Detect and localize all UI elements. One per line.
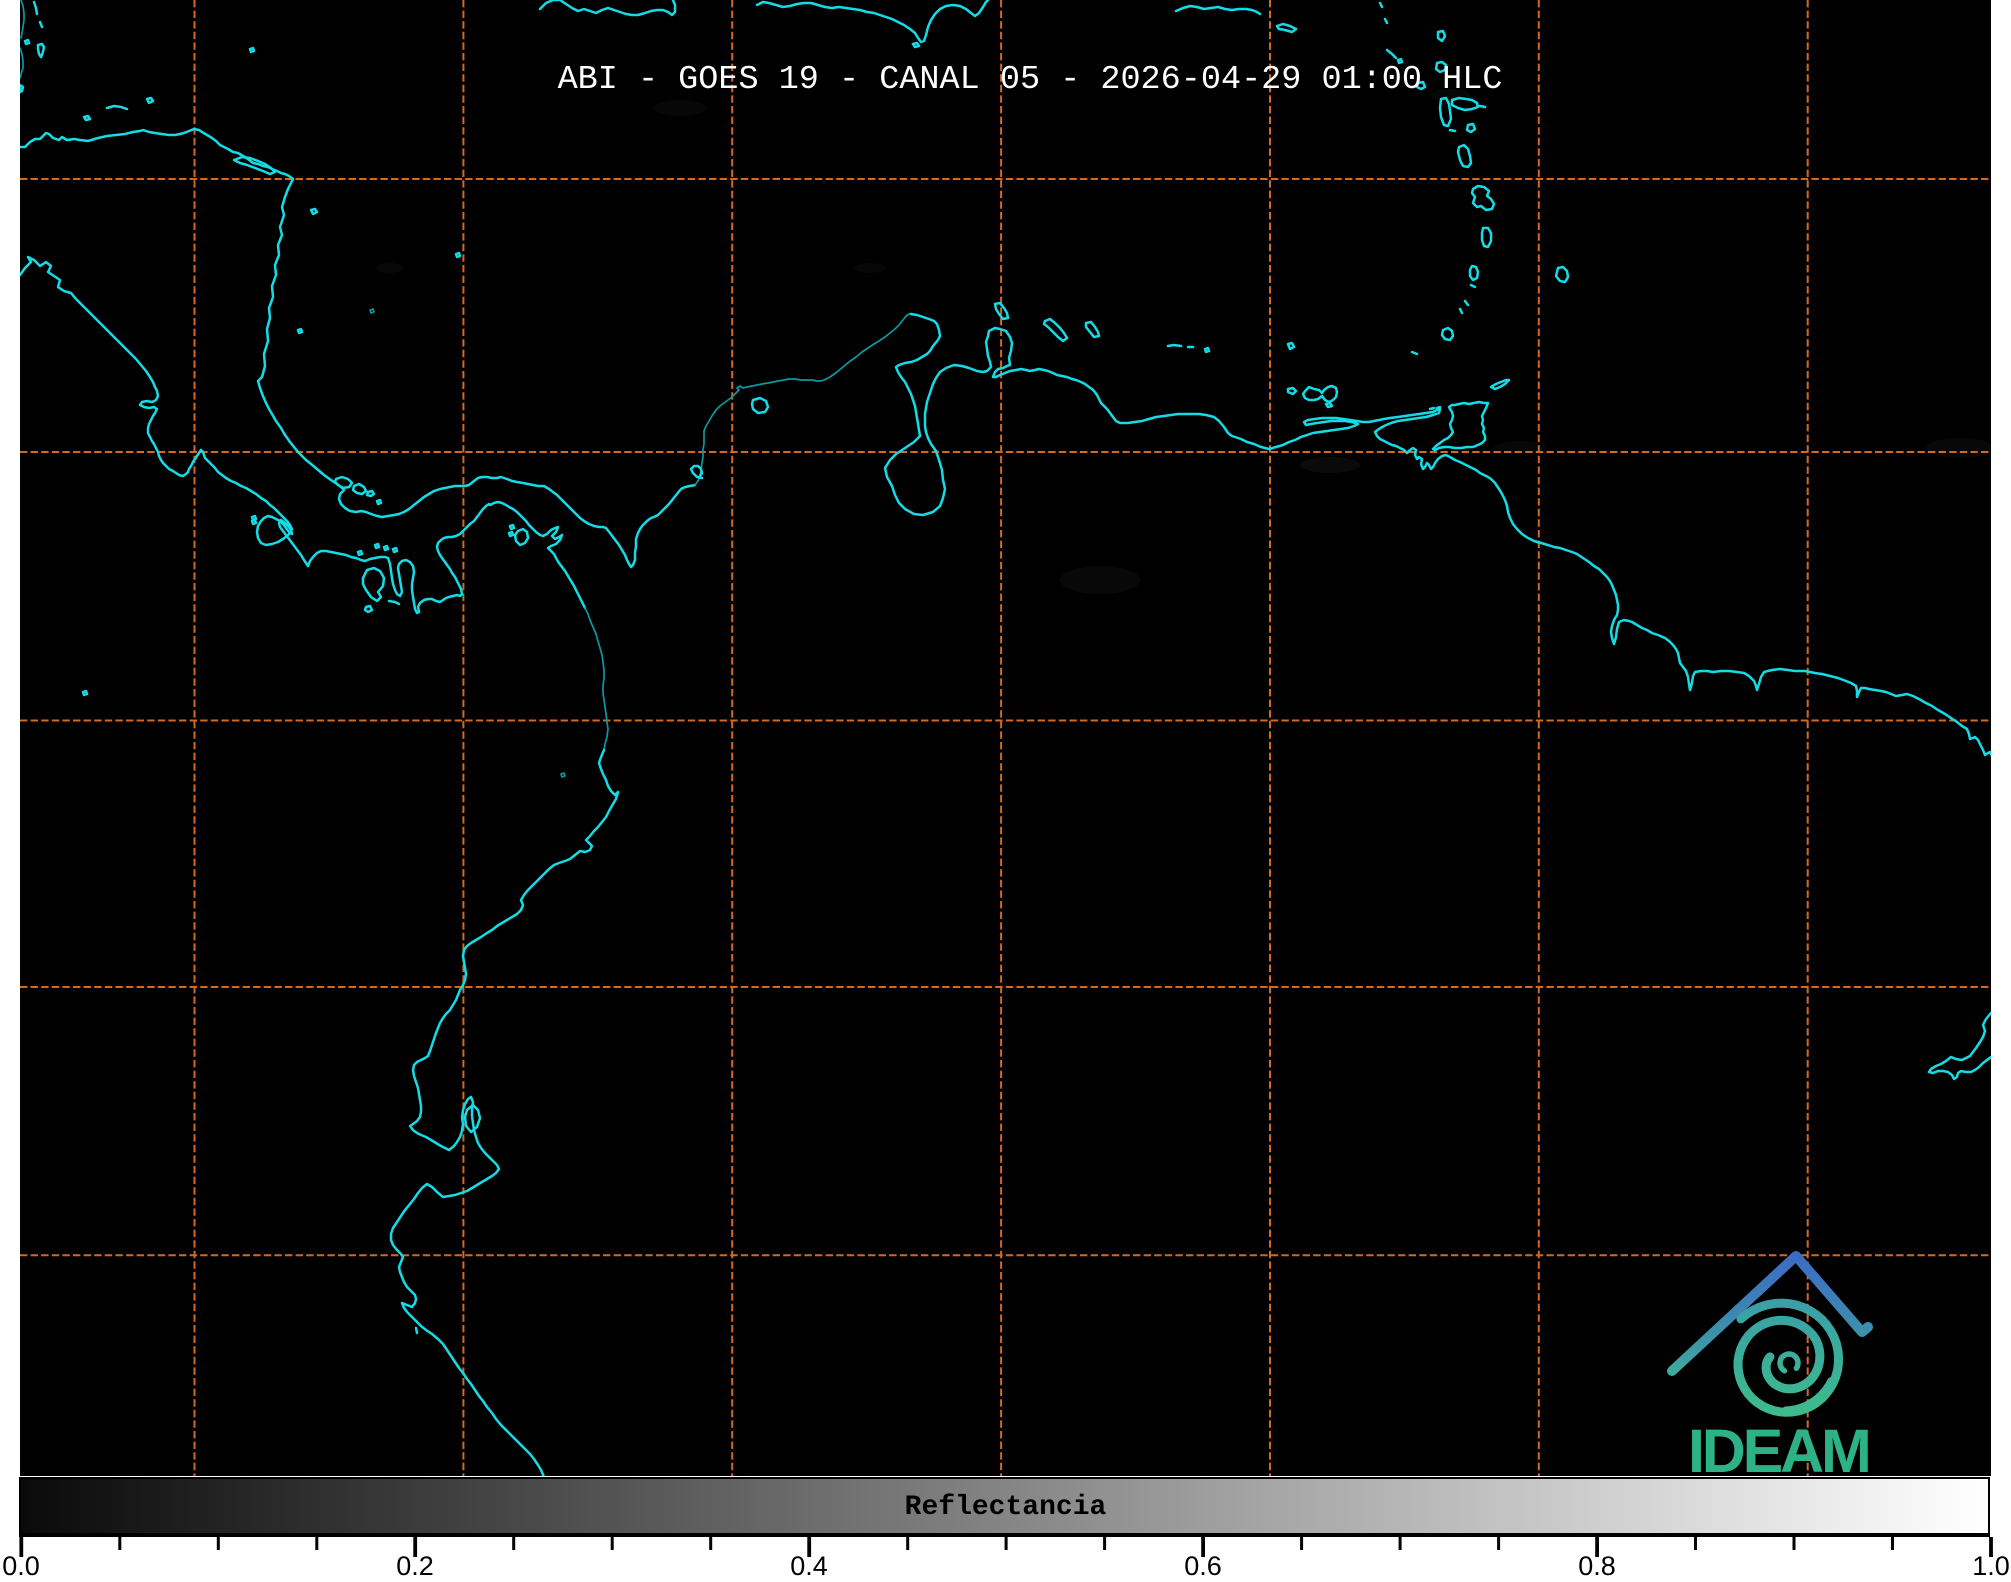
- svg-text:IDEAM: IDEAM: [1688, 1417, 1869, 1485]
